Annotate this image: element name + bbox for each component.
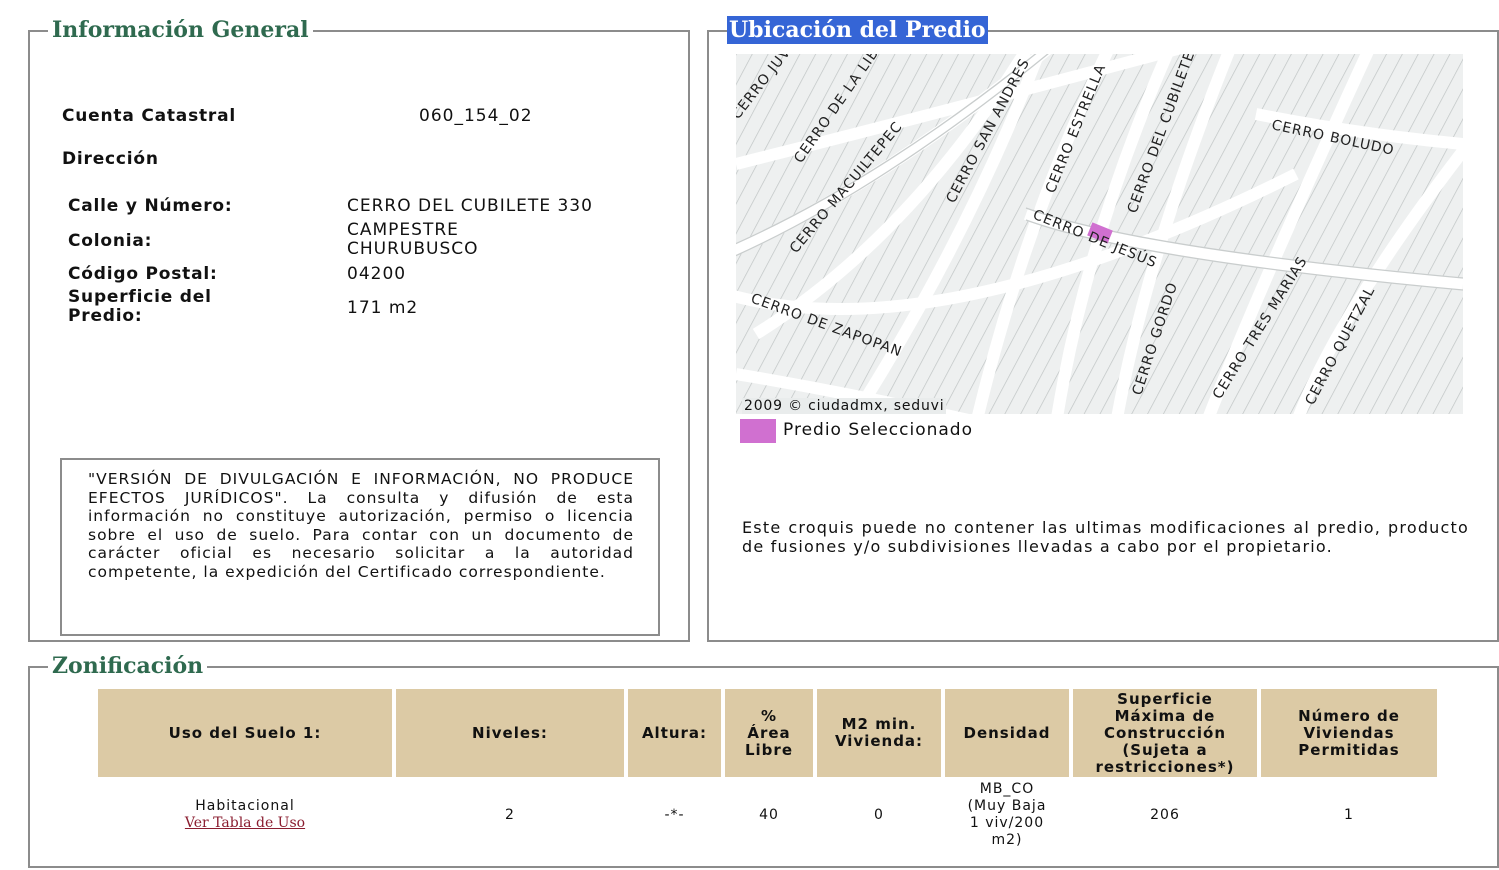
col-header-niveles: Niveles: xyxy=(396,689,624,777)
superficie-predio-label-line1: Superficie del xyxy=(68,287,212,307)
cell-uso: Habitacional Ver Tabla de Uso xyxy=(98,777,392,853)
col-header-uso: Uso del Suelo 1: xyxy=(98,689,392,777)
cuenta-catastral-label: Cuenta Catastral xyxy=(62,106,237,126)
cuenta-catastral-value: 060_154_02 xyxy=(419,106,533,126)
zonificacion-panel: Zonificación Uso del Suelo 1: Niveles: A… xyxy=(28,652,1499,868)
col-header-densidad: Densidad xyxy=(945,689,1069,777)
informacion-general-panel: Información General Cuenta Catastral 060… xyxy=(28,16,690,642)
densidad-line: (Muy Baja xyxy=(967,798,1047,814)
codigo-postal-value: 04200 xyxy=(347,264,407,284)
table-row: Habitacional Ver Tabla de Uso 2 -*- 40 0… xyxy=(98,777,1437,853)
header-line: (Sujeta a xyxy=(1122,740,1208,759)
ubicacion-predio-legend: Ubicación del Predio xyxy=(727,16,988,44)
codigo-postal-label: Código Postal: xyxy=(68,264,218,284)
header-line: Libre xyxy=(744,740,793,759)
disclaimer-box: "VERSIÓN DE DIVULGACIÓN E INFORMACIÓN, N… xyxy=(60,458,660,636)
ver-tabla-uso-link[interactable]: Ver Tabla de Uso xyxy=(100,815,390,832)
densidad-line: m2) xyxy=(991,832,1023,848)
header-line: Construcción xyxy=(1103,723,1227,742)
colonia-value-line1: CAMPESTRE xyxy=(347,220,459,240)
map-copyright: 2009 © ciudadmx, seduvi xyxy=(742,398,947,414)
col-header-superficie-maxima: Superficie Máxima de Construcción (Sujet… xyxy=(1073,689,1257,777)
cell-altura: -*- xyxy=(664,806,685,823)
colonia-value-line2: CHURUBUSCO xyxy=(347,239,479,259)
header-line: Número de xyxy=(1298,706,1400,725)
header-line: Superficie xyxy=(1117,689,1213,708)
header-line: restricciones*) xyxy=(1095,757,1235,776)
direccion-label: Dirección xyxy=(62,149,159,169)
selected-parcel-legend-label: Predio Seleccionado xyxy=(783,420,973,440)
densidad-line: 1 viv/200 xyxy=(969,815,1045,831)
ubicacion-predio-panel: Ubicación del Predio CERRO MACUILTEPEC C… xyxy=(707,16,1499,642)
header-line: Máxima de xyxy=(1114,706,1216,725)
cell-superficie-maxima: 206 xyxy=(1150,806,1180,823)
calle-numero-label: Calle y Número: xyxy=(68,196,233,216)
uso-value: Habitacional xyxy=(195,798,295,814)
cell-numero-viviendas: 1 xyxy=(1344,806,1354,823)
header-line: Permitidas xyxy=(1298,740,1400,759)
header-line: M2 min. xyxy=(841,715,917,733)
cell-niveles: 2 xyxy=(505,806,515,823)
zonificacion-legend: Zonificación xyxy=(48,652,208,680)
map-note: Este croquis puede no contener las ultim… xyxy=(742,518,1469,556)
col-header-altura: Altura: xyxy=(628,689,721,777)
cell-area-libre: 40 xyxy=(759,806,779,823)
col-header-area-libre: % Área Libre xyxy=(725,689,813,777)
superficie-predio-label-line2: Predio: xyxy=(68,306,143,326)
superficie-predio-value: 171 m2 xyxy=(347,298,419,318)
header-line: Área xyxy=(747,723,791,742)
header-line: % xyxy=(760,706,778,725)
table-header-row: Uso del Suelo 1: Niveles: Altura: % Área… xyxy=(98,689,1437,777)
header-line: Viviendas xyxy=(1303,723,1395,742)
calle-numero-value: CERRO DEL CUBILETE 330 xyxy=(347,196,593,216)
col-header-numero-viviendas: Número de Viviendas Permitidas xyxy=(1261,689,1437,777)
location-map[interactable]: CERRO JUVENCIO CERRO DE LA LIBERTAD CERR… xyxy=(736,54,1463,414)
col-header-m2-min: M2 min. Vivienda: xyxy=(817,689,941,777)
header-line: Vivienda: xyxy=(834,732,924,750)
cell-densidad: MB_CO (Muy Baja 1 viv/200 m2) xyxy=(945,777,1069,853)
selected-parcel-swatch xyxy=(740,419,776,443)
zonificacion-table: Uso del Suelo 1: Niveles: Altura: % Área… xyxy=(94,689,1441,853)
map-canvas: CERRO JUVENCIO CERRO DE LA LIBERTAD CERR… xyxy=(736,54,1463,414)
informacion-general-legend: Información General xyxy=(48,16,313,44)
colonia-label: Colonia: xyxy=(68,231,153,251)
densidad-line: MB_CO xyxy=(979,781,1035,797)
cell-m2-min: 0 xyxy=(874,806,884,823)
